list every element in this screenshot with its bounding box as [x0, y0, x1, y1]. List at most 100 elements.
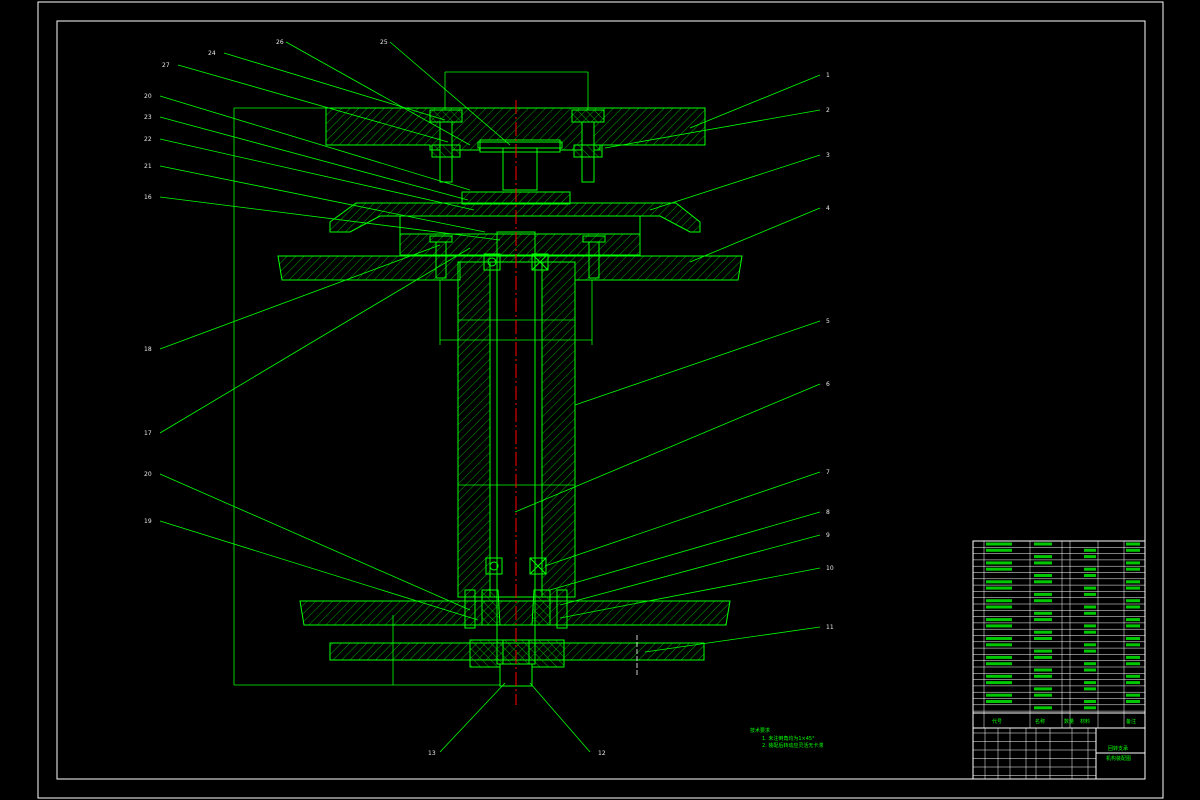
bom-cell-mark — [986, 681, 1012, 685]
bom-cell-mark — [1034, 630, 1052, 634]
callout-right-4: 4 — [826, 205, 830, 212]
leader-line — [439, 682, 506, 753]
callout-right-9: 9 — [826, 532, 830, 539]
callout-right-8: 8 — [826, 509, 830, 516]
bom-cell-mark — [1034, 618, 1052, 622]
callout-bottom-1: 13 — [428, 750, 436, 757]
callout-right-6: 6 — [826, 381, 830, 388]
bom-cell-mark — [1126, 542, 1140, 546]
middle-rotating-plate — [329, 202, 701, 256]
callout-left-5: 22 — [144, 136, 152, 143]
bom-cell-mark — [1126, 586, 1140, 590]
bom-cell-mark — [1126, 681, 1140, 685]
bom-cell-mark — [1034, 668, 1052, 672]
top-bolt-left — [429, 109, 463, 183]
bom-cell-mark — [1084, 605, 1096, 609]
callout-left-4: 23 — [144, 114, 152, 121]
callout-right-3: 3 — [826, 152, 830, 159]
leader-line — [177, 64, 449, 143]
bom-cell-mark — [1034, 649, 1052, 653]
bom-cell-mark — [986, 655, 1012, 659]
notes-line-1: 1. 未注倒角均为1×45° — [762, 735, 815, 742]
callout-top-2: 25 — [380, 39, 388, 46]
bom-cell-mark — [1084, 567, 1096, 571]
bom-cell-mark — [1126, 561, 1140, 565]
callout-bottom-2: 12 — [598, 750, 606, 757]
bom-cell-mark — [1126, 700, 1140, 703]
bom-cell-mark — [1126, 618, 1140, 622]
bom-cell-mark — [986, 637, 1012, 640]
assembly-drawing: 272420232221161817201926 2512345678910111… — [37, 1, 1164, 799]
callout-left-2: 24 — [208, 50, 216, 57]
bom-cell-mark — [1034, 574, 1052, 577]
callout-right-11: 11 — [826, 624, 834, 631]
callout-right-7: 7 — [826, 469, 830, 476]
leader-line — [159, 138, 475, 211]
bom-cell-mark — [1126, 674, 1140, 678]
callout-left-3: 20 — [144, 93, 152, 100]
callout-left-9: 17 — [144, 430, 152, 437]
bom-cell-mark — [986, 605, 1012, 609]
bom-cell-mark — [986, 674, 1012, 678]
bom-cell-mark — [1084, 706, 1096, 710]
callout-right-10: 10 — [826, 565, 834, 572]
cad-viewport[interactable]: 27 24 20 23 22 21 16 18 17 20 19 26 25 1 2 3 4 5 6 7 8 9 10 11 1… — [0, 0, 1200, 800]
bom-header-code: 代号 — [992, 718, 1002, 725]
leader-line — [649, 154, 821, 211]
title-block: 代号 名称 数量 材料 备注 回转支承 机构装配图 — [972, 540, 1146, 780]
bottom-bar — [329, 635, 705, 687]
callout-left-10: 20 — [144, 471, 152, 478]
bom-cell-mark — [986, 624, 1012, 628]
bom-cell-mark — [986, 561, 1012, 565]
leader-line — [559, 534, 821, 606]
bom-cell-mark — [986, 548, 1012, 552]
bom-header-remark: 备注 — [1126, 718, 1136, 725]
bom-cell-mark — [1034, 687, 1052, 691]
callout-left-8: 18 — [144, 346, 152, 353]
bom-cell-mark — [1084, 643, 1096, 647]
bom-cell-mark — [1034, 542, 1052, 546]
bom-cell-mark — [1126, 637, 1140, 640]
bom-cell-mark — [986, 693, 1012, 697]
bom-cell-mark — [986, 586, 1012, 590]
bom-cell-mark — [1034, 706, 1052, 710]
bom-cell-mark — [1034, 555, 1052, 559]
bom-cell-mark — [986, 700, 1012, 703]
bom-header-material: 材料 — [1080, 718, 1090, 725]
callout-left-11: 19 — [144, 518, 152, 525]
leader-line — [689, 207, 821, 263]
bom-cell-mark — [1084, 630, 1096, 634]
bom-header-name: 名称 — [1035, 718, 1045, 725]
bom-cell-mark — [1084, 548, 1096, 552]
bom-cell-mark — [1084, 687, 1096, 691]
callout-right-2: 2 — [826, 107, 830, 114]
bom-cell-mark — [1126, 624, 1140, 628]
bom-cell-mark — [1084, 681, 1096, 685]
bom-cell-mark — [986, 567, 1012, 571]
bom-cell-mark — [1126, 580, 1140, 584]
bom-cell-mark — [1084, 624, 1096, 628]
bom-cell-mark — [1034, 580, 1052, 584]
bom-cell-mark — [1084, 592, 1096, 596]
callout-right-1: 1 — [826, 72, 830, 79]
bom-cell-mark — [986, 542, 1012, 546]
leader-line — [529, 682, 591, 753]
bom-cell-mark — [1126, 567, 1140, 571]
bom-cell-mark — [986, 662, 1012, 666]
leader-line — [549, 511, 821, 591]
bom-cell-mark — [986, 599, 1012, 603]
bom-cell-mark — [1034, 592, 1052, 596]
bom-cell-mark — [1126, 548, 1140, 552]
drawing-title-2: 机构装配图 — [1106, 755, 1131, 762]
bom-cell-mark — [1034, 561, 1052, 565]
bom-cell-mark — [1034, 637, 1052, 640]
drawing-title-1: 回转支承 — [1108, 745, 1128, 752]
bom-cell-mark — [1084, 668, 1096, 672]
bom-table — [972, 540, 1146, 728]
bom-header-qty: 数量 — [1064, 718, 1074, 725]
bom-cell-mark — [1126, 605, 1140, 609]
bom-cell-mark — [1034, 599, 1052, 603]
bom-cell-mark — [1126, 662, 1140, 666]
bom-cell-mark — [1126, 643, 1140, 647]
bom-cell-mark — [986, 618, 1012, 622]
